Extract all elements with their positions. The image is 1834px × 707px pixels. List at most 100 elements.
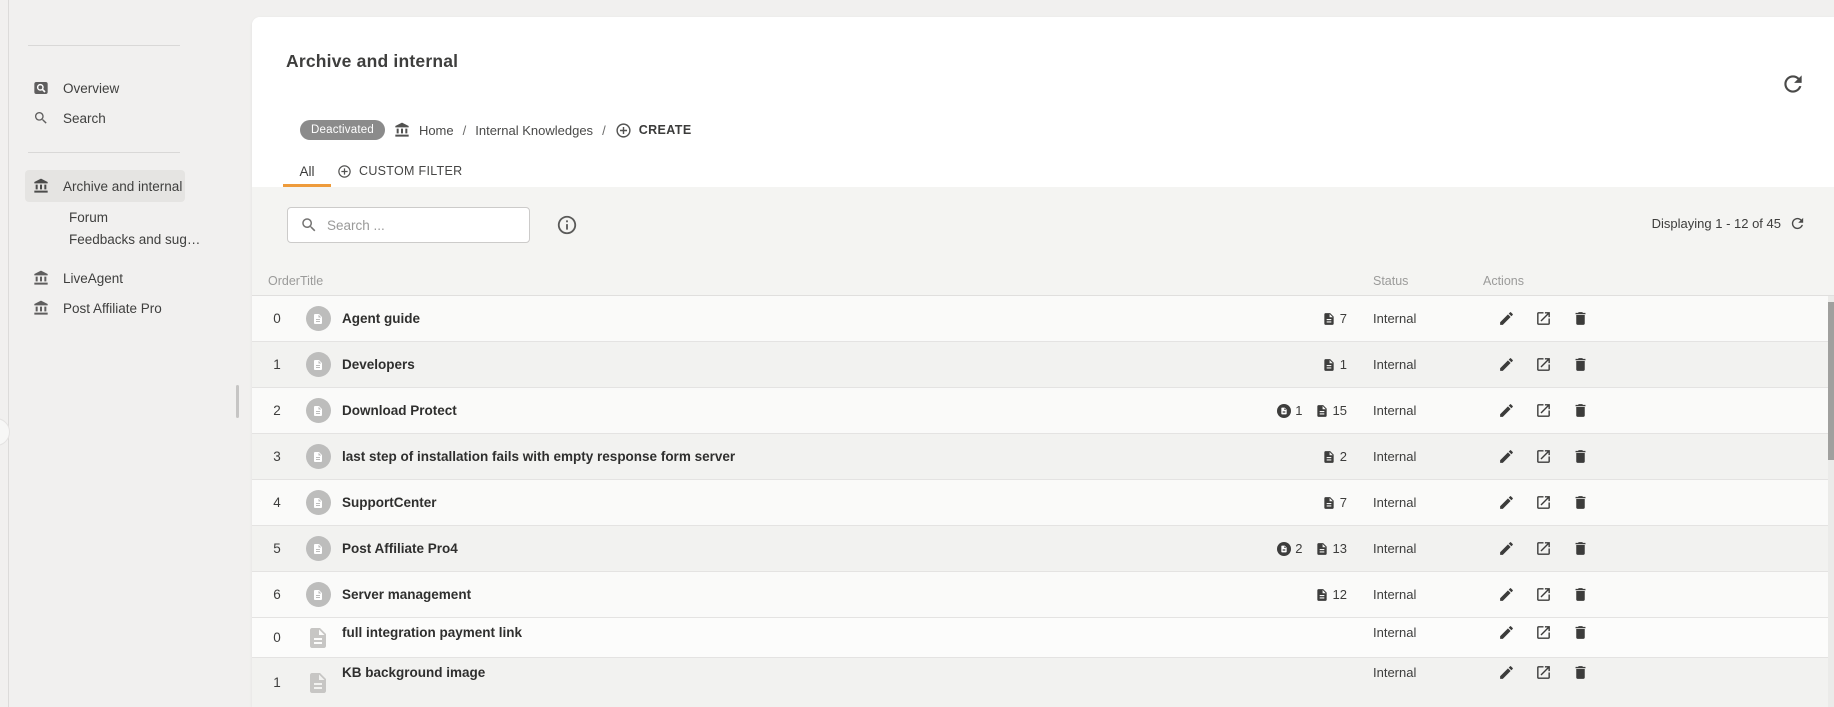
row-type-icon xyxy=(304,526,332,571)
delete-icon[interactable] xyxy=(1572,310,1589,327)
edit-icon[interactable] xyxy=(1498,540,1515,557)
page-title: Archive and internal xyxy=(286,51,458,72)
row-status: Internal xyxy=(1373,480,1416,525)
open-in-new-icon[interactable] xyxy=(1535,356,1552,373)
edit-icon[interactable] xyxy=(1498,356,1515,373)
sidebar-item-search[interactable]: Search xyxy=(25,106,185,130)
row-status: Internal xyxy=(1373,526,1416,571)
open-in-new-icon[interactable] xyxy=(1535,310,1552,327)
article-count: 7 xyxy=(1322,311,1347,326)
sidebar-item-forum[interactable]: Forum xyxy=(25,206,185,228)
table-rows: 0 Agent guide 7 Inter xyxy=(252,296,1834,707)
bank-icon xyxy=(394,122,410,138)
article-icon xyxy=(306,669,330,697)
refresh-list-icon[interactable] xyxy=(1789,215,1806,232)
list-scrollbar-thumb[interactable] xyxy=(1828,302,1834,460)
search-box xyxy=(287,207,530,243)
row-order: 1 xyxy=(266,342,288,387)
open-in-new-icon[interactable] xyxy=(1535,586,1552,603)
breadcrumb-internal-knowledges[interactable]: Internal Knowledges xyxy=(475,123,593,138)
row-type-icon xyxy=(304,342,332,387)
article-count: 15 xyxy=(1315,403,1347,418)
sidebar-item-feedbacks[interactable]: Feedbacks and sug… xyxy=(25,228,185,250)
article-count: 1 xyxy=(1322,357,1347,372)
edit-icon[interactable] xyxy=(1498,402,1515,419)
sidebar-item-label: LiveAgent xyxy=(63,271,123,286)
row-title-link[interactable]: KB background image xyxy=(342,658,485,707)
article-count: 2 xyxy=(1322,449,1347,464)
delete-icon[interactable] xyxy=(1572,448,1589,465)
row-title-link[interactable]: Server management xyxy=(342,572,471,617)
row-status: Internal xyxy=(1373,572,1416,617)
breadcrumb: Deactivated Home / Internal Knowledges /… xyxy=(300,117,692,143)
table-row: 0 Agent guide 7 Inter xyxy=(252,296,1834,342)
sidebar-scrollbar[interactable] xyxy=(236,385,239,418)
row-title-link[interactable]: last step of installation fails with emp… xyxy=(342,434,735,479)
main-panel: Archive and internal Deactivated Home / … xyxy=(252,17,1834,707)
create-button[interactable]: CREATE xyxy=(615,122,692,139)
row-title-link[interactable]: Agent guide xyxy=(342,296,420,341)
edit-icon[interactable] xyxy=(1498,448,1515,465)
open-in-new-icon[interactable] xyxy=(1535,624,1552,641)
article-count: 12 xyxy=(1315,587,1347,602)
tab-all[interactable]: All xyxy=(283,155,331,187)
edit-icon[interactable] xyxy=(1498,494,1515,511)
row-title-link[interactable]: Post Affiliate Pro4 xyxy=(342,526,458,571)
document-count-icon xyxy=(1315,404,1329,418)
column-header-order: Order xyxy=(268,274,300,288)
article-icon xyxy=(306,624,330,652)
row-title-link[interactable]: full integration payment link xyxy=(342,618,522,657)
open-in-new-icon[interactable] xyxy=(1535,402,1552,419)
edit-icon[interactable] xyxy=(1498,624,1515,641)
category-icon xyxy=(306,306,331,331)
list-scrollbar-track[interactable] xyxy=(1828,296,1834,707)
row-title-link[interactable]: SupportCenter xyxy=(342,480,437,525)
delete-icon[interactable] xyxy=(1572,586,1589,603)
sidebar-item-post-affiliate-pro[interactable]: Post Affiliate Pro xyxy=(25,296,185,320)
breadcrumb-home[interactable]: Home xyxy=(419,123,454,138)
row-order: 2 xyxy=(266,388,288,433)
article-count: 7 xyxy=(1322,495,1347,510)
category-count-value: 1 xyxy=(1295,403,1302,418)
row-title-link[interactable]: Download Protect xyxy=(342,388,457,433)
search-input[interactable] xyxy=(327,218,512,233)
row-type-icon xyxy=(304,296,332,341)
edit-icon[interactable] xyxy=(1498,664,1515,681)
sidebar-divider xyxy=(28,152,180,153)
category-count-icon xyxy=(1277,542,1291,556)
delete-icon[interactable] xyxy=(1572,624,1589,641)
table-row: 5 Post Affiliate Pro4 2 13 xyxy=(252,526,1834,572)
delete-icon[interactable] xyxy=(1572,494,1589,511)
delete-icon[interactable] xyxy=(1572,664,1589,681)
row-counts: 7 xyxy=(1237,480,1347,525)
sidebar-divider xyxy=(28,45,180,46)
plus-circle-icon xyxy=(615,122,632,139)
article-count-value: 13 xyxy=(1333,541,1347,556)
sidebar-item-label: Feedbacks and sug… xyxy=(69,232,200,247)
open-in-new-icon[interactable] xyxy=(1535,494,1552,511)
row-title-link[interactable]: Developers xyxy=(342,342,415,387)
row-order: 0 xyxy=(266,296,288,341)
open-in-new-icon[interactable] xyxy=(1535,664,1552,681)
refresh-icon[interactable] xyxy=(1780,71,1806,97)
delete-icon[interactable] xyxy=(1572,540,1589,557)
sidebar-item-liveagent[interactable]: LiveAgent xyxy=(25,266,185,290)
row-actions xyxy=(1498,618,1589,657)
document-count-icon xyxy=(1322,312,1336,326)
table-row: 0 full integration payment link xyxy=(252,618,1834,658)
info-icon[interactable] xyxy=(556,214,578,236)
delete-icon[interactable] xyxy=(1572,402,1589,419)
edit-icon[interactable] xyxy=(1498,586,1515,603)
document-count-icon xyxy=(1322,358,1336,372)
edit-icon[interactable] xyxy=(1498,310,1515,327)
open-in-new-icon[interactable] xyxy=(1535,540,1552,557)
column-header-actions: Actions xyxy=(1483,274,1524,288)
tab-custom-filter[interactable]: CUSTOM FILTER xyxy=(337,155,462,187)
document-count-icon xyxy=(1322,496,1336,510)
article-count-value: 2 xyxy=(1340,449,1347,464)
row-actions xyxy=(1498,342,1589,387)
sidebar-item-overview[interactable]: Overview xyxy=(25,76,185,100)
open-in-new-icon[interactable] xyxy=(1535,448,1552,465)
sidebar-item-archive-and-internal[interactable]: Archive and internal xyxy=(25,170,185,202)
delete-icon[interactable] xyxy=(1572,356,1589,373)
